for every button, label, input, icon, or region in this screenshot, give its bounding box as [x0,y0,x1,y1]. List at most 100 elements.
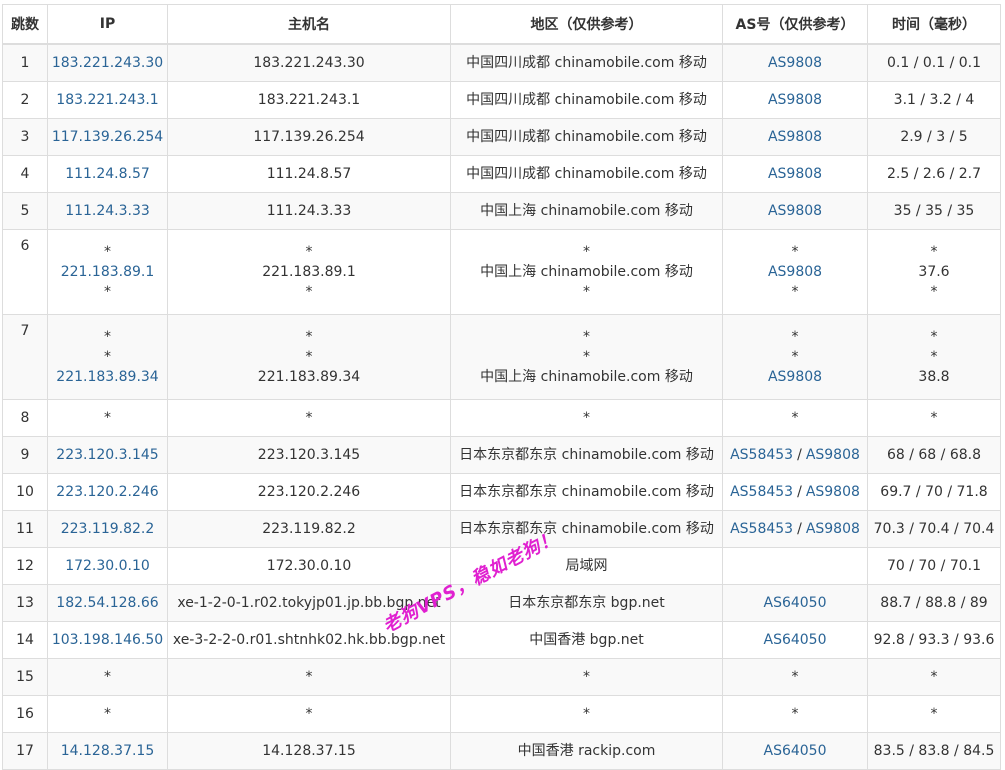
ip-value[interactable]: 14.128.37.15 [48,741,167,761]
as-link[interactable]: AS9808 [806,521,860,537]
as-value: * [791,706,799,722]
region-cell: 日本东京都东京 bgp.net [450,584,723,622]
hostname-value: 223.120.3.145 [257,447,361,463]
as-value: * [791,284,799,300]
as-cell: AS9808 [722,155,868,193]
time-value: 70 / 70 / 70.1 [886,558,982,574]
time-value: 35 / 35 / 35 [893,203,975,219]
as-link[interactable]: AS58453 [730,484,793,500]
as-link[interactable]: AS9808 [768,55,822,71]
as-value: * [791,244,799,260]
hostname-cell: * 221.183.89.1 * [167,229,451,315]
hop-number: 7 [20,323,30,339]
as-link[interactable]: AS64050 [764,632,827,648]
as-line: AS9808 [723,90,867,110]
region-cell: 日本东京都东京 chinamobile.com 移动 [450,510,723,548]
table-row: 7 * * 221.183.89.34 * * 221.183.89.34 * * 中国上海 ch… [2,314,1001,400]
hop-cell: 1 [2,43,48,82]
region-value: 日本东京都东京 chinamobile.com 移动 [459,447,714,463]
as-link[interactable]: AS64050 [764,595,827,611]
as-line: * [723,667,867,687]
ip-value[interactable]: 182.54.128.66 [48,593,167,613]
header-hop: 跳数 [2,4,48,45]
hop-cell: 12 [2,547,48,585]
time-value: * [930,410,938,426]
hostname-value: 117.139.26.254 [253,129,365,145]
ip-cell: 183.221.243.30 [47,43,168,82]
time-value: * [930,329,938,345]
ip-value[interactable]: 117.139.26.254 [48,127,167,147]
time-value: * [930,706,938,722]
hostname-value: xe-3-2-2-0.r01.shtnhk02.hk.bb.bgp.net [172,632,446,648]
ip-value[interactable]: 221.183.89.1 [48,262,167,282]
ip-value[interactable]: 223.120.2.246 [48,482,167,502]
table-row: 14 103.198.146.50 xe-3-2-2-0.r01.shtnhk02.… [2,621,1001,659]
as-link[interactable]: AS9808 [806,484,860,500]
ip-cell: 223.119.82.2 [47,510,168,548]
hop-number: 8 [20,410,30,426]
hostname-value: 183.221.243.1 [257,92,361,108]
as-line: AS9808 [723,262,867,282]
hostname-cell: 14.128.37.15 [167,732,451,770]
as-value: * [791,329,799,345]
region-cell: 中国香港 rackip.com [450,732,723,770]
hostname-cell: * [167,695,451,733]
ip-value[interactable]: 221.183.89.34 [48,367,167,387]
region-value: * [583,669,590,685]
as-cell: AS64050 [722,732,868,770]
as-cell: * * AS9808 [722,314,868,400]
table-row: 16 * * * * * [2,695,1001,733]
ip-value[interactable]: 172.30.0.10 [48,556,167,576]
time-value: 69.7 / 70 / 71.8 [880,484,988,500]
as-link[interactable]: AS58453 [730,447,793,463]
ip-value[interactable]: 111.24.8.57 [48,164,167,184]
as-link[interactable]: AS9808 [768,166,822,182]
time-cell: * [867,695,1001,733]
table-row: 15 * * * * * [2,658,1001,696]
as-link[interactable]: AS58453 [730,521,793,537]
hop-cell: 15 [2,658,48,696]
as-link[interactable]: AS9808 [768,129,822,145]
as-cell: AS9808 [722,118,868,156]
ip-value[interactable]: 183.221.243.30 [48,53,167,73]
hostname-cell: * [167,399,451,437]
as-line: AS9808 [723,201,867,221]
hostname-cell: 223.119.82.2 [167,510,451,548]
as-line: AS58453/AS9808 [723,519,867,539]
as-cell [722,547,868,585]
hostname-cell: * [167,658,451,696]
ip-cell: * 221.183.89.1 * [47,229,168,315]
as-line: * [723,408,867,428]
time-value: 3.1 / 3.2 / 4 [893,92,975,108]
ip-value[interactable]: 223.120.3.145 [48,445,167,465]
time-value: 2.9 / 3 / 5 [900,129,968,145]
region-value: 中国香港 bgp.net [529,632,644,648]
hop-cell: 2 [2,81,48,119]
hop-number: 3 [20,129,30,145]
ip-value[interactable]: 223.119.82.2 [48,519,167,539]
hop-number: 13 [16,595,34,611]
ip-value[interactable]: 111.24.3.33 [48,201,167,221]
region-value: 中国四川成都 chinamobile.com 移动 [466,129,707,145]
hop-cell: 6 [2,229,48,315]
as-link[interactable]: AS9808 [768,264,822,280]
region-cell: * [450,399,723,437]
region-cell: 中国香港 bgp.net [450,621,723,659]
ip-cell: 103.198.146.50 [47,621,168,659]
as-link[interactable]: AS9808 [768,203,822,219]
header-as: AS号（仅供参考） [722,4,868,45]
time-cell: 69.7 / 70 / 71.8 [867,473,1001,511]
as-link[interactable]: AS9808 [768,92,822,108]
hostname-value: 223.119.82.2 [262,521,356,537]
ip-value[interactable]: 183.221.243.1 [48,90,167,110]
hop-number: 11 [16,521,34,537]
as-link[interactable]: AS9808 [806,447,860,463]
hostname-value: * [305,329,313,345]
region-cell: 日本东京都东京 chinamobile.com 移动 [450,436,723,474]
as-link[interactable]: AS64050 [764,743,827,759]
as-link[interactable]: AS9808 [768,369,822,385]
region-value: * [583,706,590,722]
time-cell: 35 / 35 / 35 [867,192,1001,230]
table-row: 13 182.54.128.66 xe-1-2-0-1.r02.tokyjp01.j… [2,584,1001,622]
ip-value[interactable]: 103.198.146.50 [48,630,167,650]
